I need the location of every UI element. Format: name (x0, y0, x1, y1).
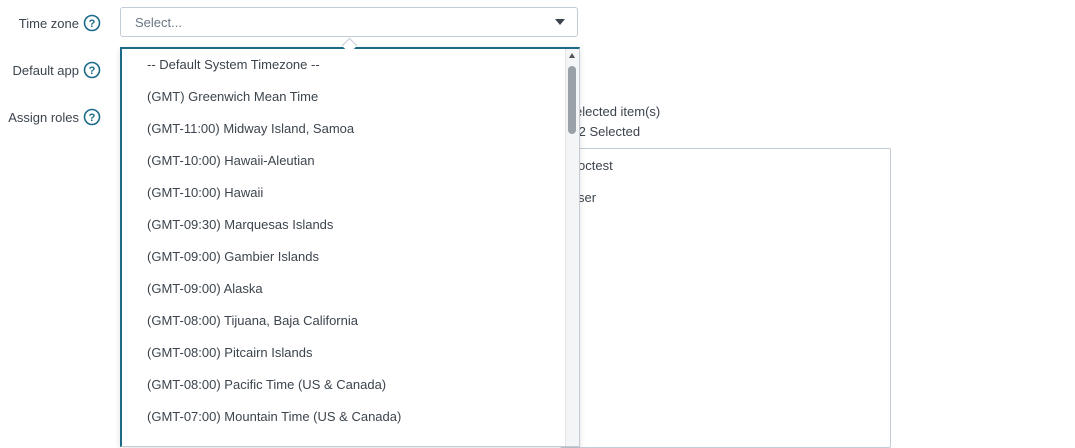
help-icon[interactable]: ? (83, 108, 101, 126)
selected-items-text: elected item(s) (575, 104, 661, 119)
scrollbar-thumb[interactable] (568, 66, 576, 134)
assign-roles-label: Assign roles (8, 109, 79, 125)
time-zone-option[interactable]: -- Default System Timezone -- (147, 57, 320, 72)
default-app-row-label: Default app ? (13, 60, 102, 80)
time-zone-option[interactable]: (GMT-11:00) Midway Island, Samoa (147, 121, 354, 136)
role-item[interactable]: ser (578, 190, 596, 205)
svg-text:?: ? (89, 65, 96, 77)
arrow-up-icon[interactable] (569, 53, 575, 58)
time-zone-dropdown[interactable]: -- Default System Timezone -- (GMT) Gree… (120, 47, 580, 447)
select-placeholder: Select... (135, 15, 182, 30)
selected-count-text: /2 Selected (575, 124, 641, 139)
time-zone-row-label: Time zone ? (19, 13, 101, 33)
svg-text:?: ? (89, 18, 96, 30)
time-zone-option[interactable]: (GMT-09:00) Alaska (147, 281, 263, 296)
time-zone-select[interactable]: Select... (120, 7, 578, 37)
help-icon[interactable]: ? (83, 14, 101, 32)
dropdown-scrollbar[interactable] (565, 49, 579, 446)
default-app-label: Default app (12, 62, 80, 78)
time-zone-option[interactable]: (GMT-10:00) Hawaii (147, 185, 263, 200)
role-item[interactable]: octest (578, 158, 613, 173)
time-zone-option[interactable]: (GMT-08:00) Tijuana, Baja California (147, 313, 358, 328)
time-zone-option[interactable]: (GMT) Greenwich Mean Time (147, 89, 318, 104)
chevron-down-icon (555, 19, 565, 25)
time-zone-option[interactable]: (GMT-09:00) Gambier Islands (147, 249, 319, 264)
time-zone-label: Time zone (18, 15, 79, 31)
help-icon[interactable]: ? (83, 61, 101, 79)
svg-text:?: ? (89, 112, 96, 124)
selected-roles-list: octest ser (560, 148, 891, 448)
time-zone-options: -- Default System Timezone -- (GMT) Gree… (122, 49, 566, 446)
time-zone-option[interactable]: (GMT-08:00) Pacific Time (US & Canada) (147, 377, 386, 392)
assign-roles-row-label: Assign roles ? (8, 107, 101, 127)
time-zone-option[interactable]: (GMT-07:00) Mountain Time (US & Canada) (147, 409, 401, 424)
time-zone-option[interactable]: (GMT-08:00) Pitcairn Islands (147, 345, 312, 360)
time-zone-option[interactable]: (GMT-09:30) Marquesas Islands (147, 217, 333, 232)
time-zone-option[interactable]: (GMT-10:00) Hawaii-Aleutian (147, 153, 315, 168)
